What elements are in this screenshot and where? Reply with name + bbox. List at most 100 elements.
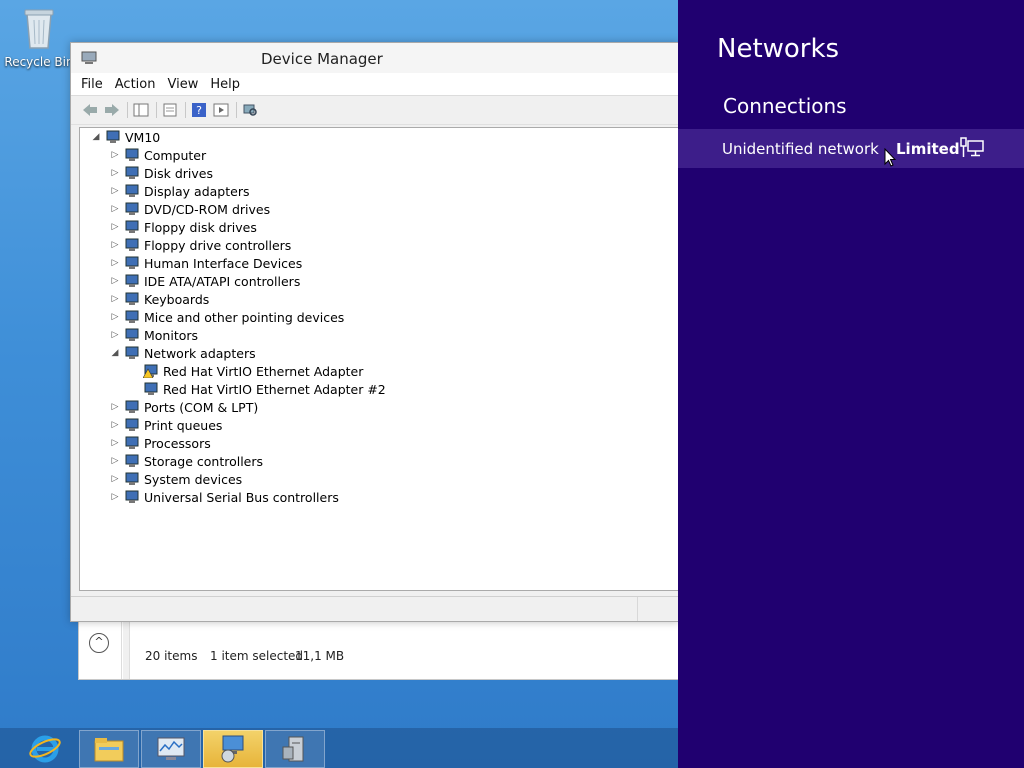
expand-arrow-icon[interactable]: ▷ xyxy=(109,438,121,448)
scan-hardware-icon xyxy=(243,104,257,116)
expand-arrow-icon[interactable]: ▷ xyxy=(109,492,121,502)
tree-item-label: Print queues xyxy=(144,417,223,433)
menu-file[interactable]: File xyxy=(81,77,103,92)
network-status: Limited xyxy=(896,140,960,158)
action-pane-button[interactable] xyxy=(212,101,230,119)
collapse-arrow-icon[interactable]: ◢ xyxy=(90,132,102,142)
status-cell-divider xyxy=(637,597,639,621)
tree-item-label: System devices xyxy=(144,471,243,487)
menu-view[interactable]: View xyxy=(167,77,198,92)
menu-help[interactable]: Help xyxy=(210,77,240,92)
recycle-bin-icon xyxy=(24,9,54,49)
network-name: Unidentified network xyxy=(722,140,879,158)
computer-icon xyxy=(125,148,139,161)
expand-arrow-icon[interactable]: ▷ xyxy=(109,420,121,430)
tree-category-item[interactable]: ▷ Keyboards xyxy=(109,290,210,308)
server-manager-icon xyxy=(282,736,304,762)
expand-arrow-icon[interactable]: ▷ xyxy=(109,330,121,340)
tree-category-item[interactable]: ▷ Universal Serial Bus controllers xyxy=(109,488,339,506)
network-adapter-icon xyxy=(144,382,158,395)
performance-monitor-icon xyxy=(157,737,185,760)
expand-arrow-icon[interactable]: ▷ xyxy=(109,294,121,304)
pane-divider xyxy=(123,615,130,679)
tree-category-item[interactable]: ◢ Network adapters xyxy=(109,344,256,362)
expand-arrow-icon[interactable]: ▷ xyxy=(109,240,121,250)
expand-arrow-icon[interactable]: ▷ xyxy=(109,186,121,196)
properties-button[interactable] xyxy=(161,101,179,119)
tree-category-item[interactable]: ▷ Ports (COM & LPT) xyxy=(109,398,259,416)
tree-item-label: IDE ATA/ATAPI controllers xyxy=(144,273,301,289)
console-tree-icon xyxy=(133,103,149,117)
network-item-unidentified[interactable]: Unidentified network Limited xyxy=(678,129,1024,168)
tree-category-item[interactable]: ▷ Mice and other pointing devices xyxy=(109,308,345,326)
tree-item-label: Red Hat VirtIO Ethernet Adapter #2 xyxy=(163,381,386,397)
chevron-up-icon[interactable]: ^ xyxy=(89,633,109,653)
expand-arrow-icon[interactable]: ▷ xyxy=(109,204,121,214)
network-adapter-warning-icon xyxy=(143,364,158,378)
show-hide-console-tree-button[interactable] xyxy=(132,101,150,119)
tree-category-item[interactable]: ▷ Display adapters xyxy=(109,182,250,200)
action-pane-icon xyxy=(213,103,229,117)
networks-charm-panel: Networks Connections Unidentified networ… xyxy=(678,0,1024,768)
networks-title: Networks xyxy=(717,34,840,64)
title-bar[interactable]: Device Manager xyxy=(71,43,679,73)
storage-controller-icon xyxy=(125,454,139,467)
taskbar-server-manager[interactable] xyxy=(265,730,325,768)
tree-device-item[interactable]: Red Hat VirtIO Ethernet Adapter xyxy=(128,362,363,380)
expand-arrow-icon[interactable]: ▷ xyxy=(109,150,121,160)
forward-button[interactable] xyxy=(103,101,121,119)
usb-icon xyxy=(125,490,139,503)
expand-arrow-icon[interactable]: ▷ xyxy=(109,474,121,484)
toolbar-separator xyxy=(236,102,237,118)
tree-category-item[interactable]: ▷ IDE ATA/ATAPI controllers xyxy=(109,272,301,290)
processor-icon xyxy=(125,436,139,449)
tree-category-item[interactable]: ▷ Computer xyxy=(109,146,207,164)
tree-category-item[interactable]: ▷ Floppy drive controllers xyxy=(109,236,292,254)
taskbar-device-manager[interactable] xyxy=(203,730,263,768)
expand-arrow-icon[interactable]: ▷ xyxy=(109,312,121,322)
menu-bar: File Action View Help xyxy=(71,73,679,96)
tree-category-item[interactable]: ▷ Print queues xyxy=(109,416,223,434)
tree-item-label: Network adapters xyxy=(144,345,256,361)
collapse-arrow-icon[interactable]: ◢ xyxy=(109,348,121,358)
expand-arrow-icon[interactable]: ▷ xyxy=(109,276,121,286)
menu-action[interactable]: Action xyxy=(115,77,156,92)
tree-item-label: Human Interface Devices xyxy=(144,255,303,271)
status-item-count: 20 items xyxy=(145,649,198,663)
taskbar-performance-monitor[interactable] xyxy=(141,730,201,768)
expand-arrow-icon[interactable]: ▷ xyxy=(109,402,121,412)
keyboard-icon xyxy=(125,292,139,305)
taskbar xyxy=(0,728,678,768)
tree-category-item[interactable]: ▷ Monitors xyxy=(109,326,199,344)
taskbar-internet-explorer[interactable] xyxy=(16,730,74,766)
toolbar: ? xyxy=(71,96,679,125)
tree-category-item[interactable]: ▷ DVD/CD-ROM drives xyxy=(109,200,271,218)
display-adapter-icon xyxy=(125,184,139,197)
tree-category-item[interactable]: ▷ Storage controllers xyxy=(109,452,264,470)
arrow-left-icon xyxy=(83,104,97,116)
tree-category-item[interactable]: ▷ System devices xyxy=(109,470,243,488)
file-explorer-window: ^ 20 items 1 item selected 11,1 MB xyxy=(78,614,679,680)
tree-category-item[interactable]: ▷ Human Interface Devices xyxy=(109,254,303,272)
recycle-bin-label: Recycle Bin xyxy=(4,55,74,69)
expand-arrow-icon[interactable]: ▷ xyxy=(109,168,121,178)
help-icon: ? xyxy=(192,103,206,117)
wired-network-icon xyxy=(960,137,984,157)
tree-item-label: Display adapters xyxy=(144,183,250,199)
monitor-icon xyxy=(125,328,139,341)
tree-category-item[interactable]: ▷ Disk drives xyxy=(109,164,213,182)
expand-arrow-icon[interactable]: ▷ xyxy=(109,456,121,466)
back-button[interactable] xyxy=(81,101,99,119)
tree-device-item[interactable]: Red Hat VirtIO Ethernet Adapter #2 xyxy=(128,380,386,398)
tree-item-label: VM10 xyxy=(125,129,161,145)
tree-category-item[interactable]: ▷ Floppy disk drives xyxy=(109,218,257,236)
tree-category-item[interactable]: ▷ Processors xyxy=(109,434,211,452)
help-button[interactable]: ? xyxy=(190,101,208,119)
scan-hardware-button[interactable] xyxy=(241,101,259,119)
recycle-bin-shortcut[interactable]: Recycle Bin xyxy=(4,6,74,69)
expand-arrow-icon[interactable]: ▷ xyxy=(109,258,121,268)
device-manager-icon xyxy=(221,735,244,763)
expand-arrow-icon[interactable]: ▷ xyxy=(109,222,121,232)
tree-root-node[interactable]: ◢ VM10 xyxy=(90,128,161,146)
taskbar-file-explorer[interactable] xyxy=(79,730,139,768)
